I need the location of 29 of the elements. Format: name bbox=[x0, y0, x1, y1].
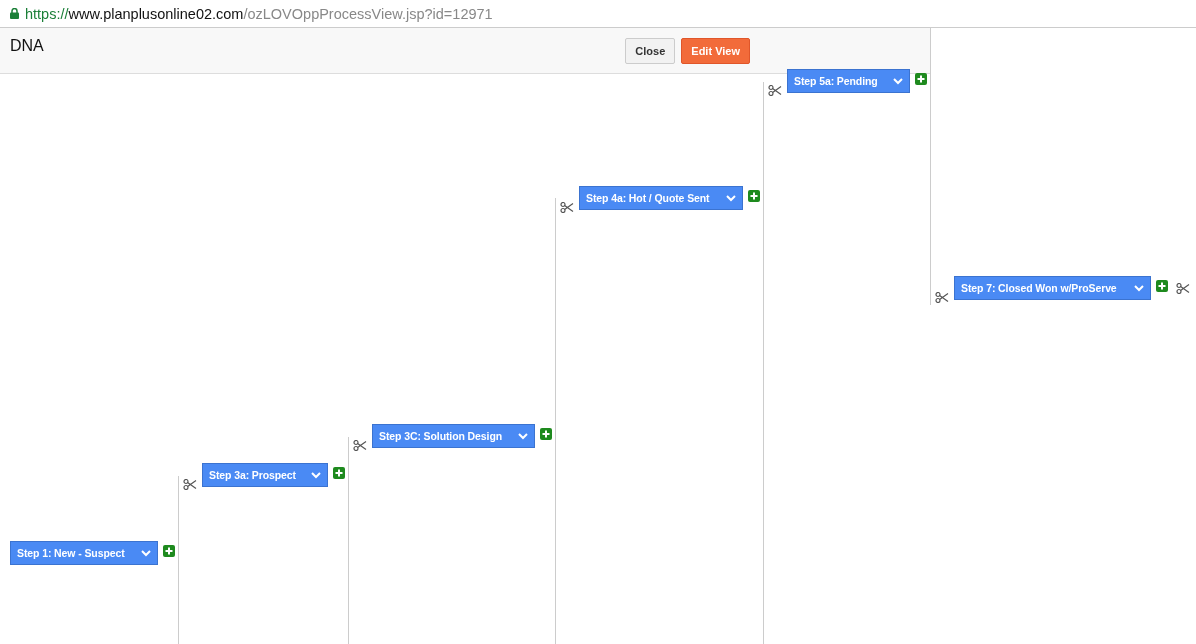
page-title: DNA bbox=[10, 36, 45, 55]
stage-dropdown[interactable]: Step 3C: Solution Design bbox=[372, 424, 535, 448]
stage-dropdown[interactable]: Step 4a: Hot / Quote Sent bbox=[579, 186, 743, 210]
url-text[interactable]: https://www.planplusonline02.com/ozLOVOppProcessView.jsp?id=12971 bbox=[25, 5, 493, 22]
stage-dropdown[interactable]: Step 3a: Prospect bbox=[202, 463, 328, 487]
scissors-icon[interactable] bbox=[560, 202, 574, 213]
chevron-down-icon bbox=[311, 471, 321, 479]
edit-view-button[interactable]: Edit View bbox=[681, 37, 750, 64]
chevron-down-icon bbox=[518, 432, 528, 440]
lock-icon bbox=[10, 8, 19, 19]
chevron-down-icon bbox=[1134, 284, 1144, 292]
chevron-down-icon bbox=[726, 194, 736, 202]
add-icon[interactable] bbox=[915, 73, 927, 85]
scissors-icon[interactable] bbox=[353, 440, 367, 451]
add-icon[interactable] bbox=[748, 190, 760, 202]
scissors-icon[interactable] bbox=[935, 292, 949, 303]
scissors-icon[interactable] bbox=[768, 85, 782, 96]
stage-dropdown[interactable]: Step 7: Closed Won w/ProServe bbox=[954, 276, 1151, 300]
close-button[interactable]: Close bbox=[625, 37, 676, 64]
scissors-icon[interactable] bbox=[1176, 283, 1190, 294]
add-icon[interactable] bbox=[540, 428, 552, 440]
add-icon[interactable] bbox=[1156, 280, 1168, 292]
add-icon[interactable] bbox=[163, 545, 175, 557]
stage-dropdown[interactable]: Step 1: New - Suspect bbox=[10, 541, 158, 565]
chevron-down-icon bbox=[141, 549, 151, 557]
stage-dropdown[interactable]: Step 5a: Pending bbox=[787, 69, 910, 93]
chevron-down-icon bbox=[893, 77, 903, 85]
scissors-icon[interactable] bbox=[183, 479, 197, 490]
add-icon[interactable] bbox=[333, 467, 345, 479]
